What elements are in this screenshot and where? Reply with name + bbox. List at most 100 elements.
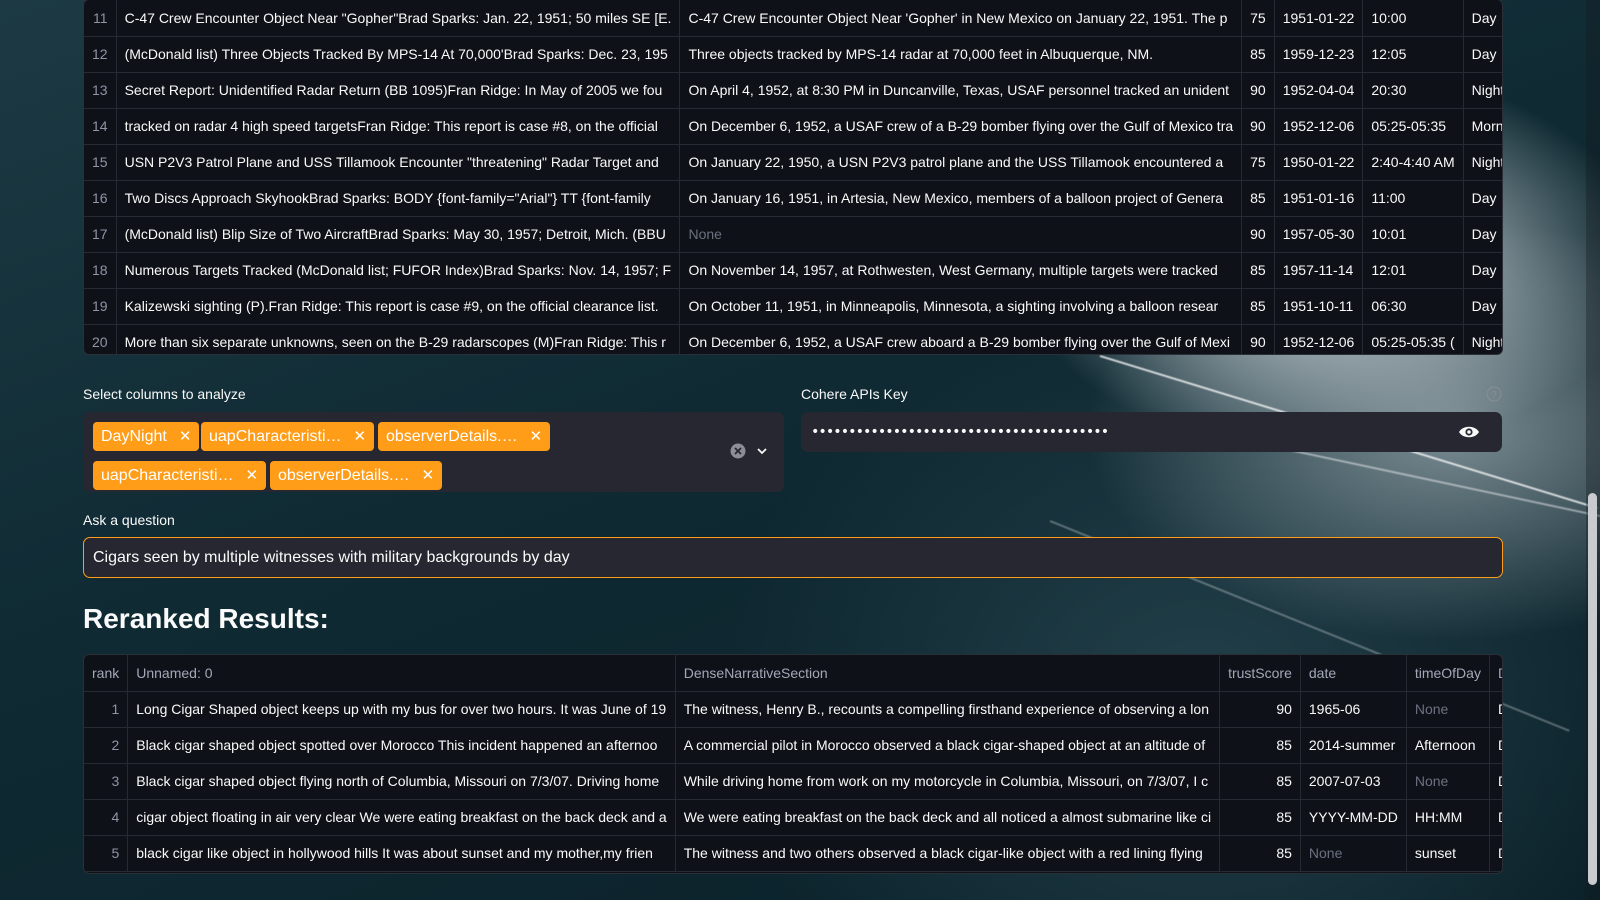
table-cell-index[interactable]: 16 (84, 180, 117, 217)
table-cell-title[interactable]: black cigar like object in hollywood hil… (127, 835, 676, 872)
table-cell-title[interactable]: Two Discs Approach SkyhookBrad Sparks: B… (116, 180, 681, 217)
table-cell-daynight[interactable]: Day (1463, 252, 1502, 289)
column-header[interactable]: DayNigh (1489, 655, 1502, 692)
table-cell-daynight[interactable]: Day (1463, 0, 1502, 37)
table-cell-index[interactable]: 18 (84, 252, 117, 289)
table-cell-date[interactable]: 1952-12-06 (1274, 324, 1364, 354)
table-cell-time[interactable]: 06:30 (1362, 288, 1464, 325)
table-cell-daynight[interactable]: Day (1463, 180, 1502, 217)
table-row[interactable]: 16 Two Discs Approach SkyhookBrad Sparks:… (84, 180, 1502, 217)
tag-chip[interactable]: DayNight ✕ (93, 422, 200, 451)
table-cell-score[interactable]: 90 (1241, 216, 1275, 253)
table-cell-index[interactable]: 12 (84, 36, 117, 73)
table-cell-title[interactable]: Black cigar shaped object spotted over M… (127, 727, 676, 764)
table-cell-narrative[interactable]: We were eating breakfast on the back dec… (675, 799, 1221, 836)
table-cell-date[interactable]: 1957-11-14 (1274, 252, 1364, 289)
table-cell-time[interactable]: None (1406, 691, 1490, 728)
table-cell-score[interactable]: 75 (1241, 144, 1275, 181)
table-cell-score[interactable]: 75 (1241, 0, 1275, 37)
table-cell-narrative[interactable]: On January 16, 1951, in Artesia, New Mex… (679, 180, 1243, 217)
table-cell-date[interactable]: 1951-01-22 (1274, 0, 1364, 37)
table-cell-daynight[interactable]: Day (1489, 763, 1502, 800)
remove-tag-icon[interactable]: ✕ (530, 429, 543, 444)
table-cell-date[interactable]: 1951-10-11 (1274, 288, 1364, 325)
table-cell-narrative[interactable]: While driving home from work on my motor… (675, 763, 1221, 800)
table-cell-score[interactable]: 85 (1241, 36, 1275, 73)
table-row[interactable]: 3 Black cigar shaped object flying north … (84, 763, 1502, 800)
column-header[interactable]: trustScore (1219, 655, 1301, 692)
table-cell-daynight[interactable]: Day (1489, 727, 1502, 764)
table-cell-rank[interactable]: 3 (84, 763, 129, 800)
table-row[interactable]: 20 More than six separate unknowns, seen … (84, 324, 1502, 354)
table-cell-time[interactable]: HH:MM (1406, 799, 1490, 836)
question-circle-icon[interactable]: ? (1486, 386, 1502, 402)
table-cell-time[interactable]: 12:05 (1362, 36, 1464, 73)
question-input[interactable] (93, 548, 1502, 567)
table-cell-title[interactable]: Long Cigar Shaped object keeps up with m… (127, 691, 676, 728)
table-cell-score[interactable]: 85 (1241, 252, 1275, 289)
table-row[interactable]: 13 Secret Report: Unidentified Radar Retu… (84, 72, 1502, 109)
table-cell-title[interactable]: tracked on radar 4 high speed targetsFra… (116, 108, 681, 145)
table-row[interactable]: 19 Kalizewski sighting (P).Fran Ridge: Th… (84, 288, 1502, 325)
table-cell-title[interactable]: cigar object floating in air very clear … (127, 799, 676, 836)
table-cell-date[interactable]: 1951-01-16 (1274, 180, 1364, 217)
table-cell-narrative[interactable]: None (679, 216, 1243, 253)
table-cell-daynight[interactable]: Day (1489, 691, 1502, 728)
table-cell-rank[interactable]: 4 (84, 799, 129, 836)
remove-tag-icon[interactable]: ✕ (354, 429, 367, 444)
remove-tag-icon[interactable]: ✕ (246, 468, 259, 483)
table-cell-date[interactable]: 1952-12-06 (1274, 108, 1364, 145)
table-cell-narrative[interactable]: The witness, Henry B., recounts a compel… (675, 691, 1221, 728)
table-cell-date[interactable]: 1957-05-30 (1274, 216, 1364, 253)
table-row[interactable]: 18 Numerous Targets Tracked (McDonald lis… (84, 252, 1502, 289)
table-cell-index[interactable]: 19 (84, 288, 117, 325)
table-cell-time[interactable]: 20:30 (1362, 72, 1464, 109)
table-cell-score[interactable]: 85 (1241, 180, 1275, 217)
table-row[interactable]: 11 C-47 Crew Encounter Object Near "Gophe… (84, 0, 1502, 37)
table-cell-score[interactable]: 90 (1219, 691, 1301, 728)
table-cell-narrative[interactable]: Three objects tracked by MPS-14 radar at… (679, 36, 1243, 73)
table-cell-index[interactable]: 14 (84, 108, 117, 145)
table-cell-title[interactable]: Kalizewski sighting (P).Fran Ridge: This… (116, 288, 681, 325)
table-cell-title[interactable]: Secret Report: Unidentified Radar Return… (116, 72, 681, 109)
table-cell-date[interactable]: 1952-04-04 (1274, 72, 1364, 109)
table-row[interactable]: 5 black cigar like object in hollywood hi… (84, 835, 1502, 872)
table-cell-date[interactable]: 2014-summer (1300, 727, 1407, 764)
table-cell-score[interactable]: 85 (1219, 799, 1301, 836)
table-cell-date[interactable]: 1959-12-23 (1274, 36, 1364, 73)
remove-tag-icon[interactable]: ✕ (422, 468, 435, 483)
column-header[interactable]: date (1300, 655, 1407, 692)
table-cell-score[interactable]: 85 (1219, 835, 1301, 872)
table-cell-index[interactable]: 13 (84, 72, 117, 109)
table-row[interactable]: 12 (McDonald list) Three Objects Tracked … (84, 36, 1502, 73)
table-cell-daynight[interactable]: Night (1463, 324, 1502, 354)
table-cell-narrative[interactable]: On December 6, 1952, a USAF crew aboard … (679, 324, 1243, 354)
table-cell-narrative[interactable]: A commercial pilot in Morocco observed a… (675, 727, 1221, 764)
table-cell-time[interactable]: 2:40-4:40 AM (1362, 144, 1464, 181)
table-cell-narrative[interactable]: On April 4, 1952, at 8:30 PM in Duncanvi… (679, 72, 1243, 109)
eye-icon[interactable] (1458, 424, 1480, 440)
table-row[interactable]: 2 Black cigar shaped object spotted over … (84, 727, 1502, 764)
results-table[interactable]: rank Unnamed: 0 DenseNarrativeSection tr… (83, 654, 1503, 874)
table-cell-title[interactable]: USN P2V3 Patrol Plane and USS Tillamook … (116, 144, 681, 181)
table-cell-time[interactable]: 05:25-05:35 ( (1362, 324, 1464, 354)
table-cell-title[interactable]: Black cigar shaped object flying north o… (127, 763, 676, 800)
column-header[interactable]: Unnamed: 0 (127, 655, 676, 692)
table-cell-time[interactable]: 10:01 (1362, 216, 1464, 253)
table-cell-daynight[interactable]: Night (1463, 72, 1502, 109)
table-cell-time[interactable]: 05:25-05:35 (1362, 108, 1464, 145)
table-cell-narrative[interactable]: The witness and two others observed a bl… (675, 835, 1221, 872)
table-cell-time[interactable]: None (1406, 763, 1490, 800)
table-cell-narrative[interactable]: On January 22, 1950, a USN P2V3 patrol p… (679, 144, 1243, 181)
table-cell-narrative[interactable]: On December 6, 1952, a USAF crew of a B-… (679, 108, 1243, 145)
table-cell-daynight[interactable]: Day (1463, 36, 1502, 73)
table-cell-rank[interactable]: 5 (84, 835, 129, 872)
table-cell-daynight[interactable]: Day (1489, 835, 1502, 872)
table-cell-title[interactable]: (McDonald list) Blip Size of Two Aircraf… (116, 216, 681, 253)
table-cell-daynight[interactable]: Day (1463, 216, 1502, 253)
chevron-down-icon[interactable] (756, 445, 768, 457)
clear-circle-icon[interactable] (730, 443, 746, 459)
question-field[interactable] (83, 537, 1503, 578)
table-cell-daynight[interactable]: Morning (1463, 108, 1502, 145)
table-cell-score[interactable]: 90 (1241, 72, 1275, 109)
